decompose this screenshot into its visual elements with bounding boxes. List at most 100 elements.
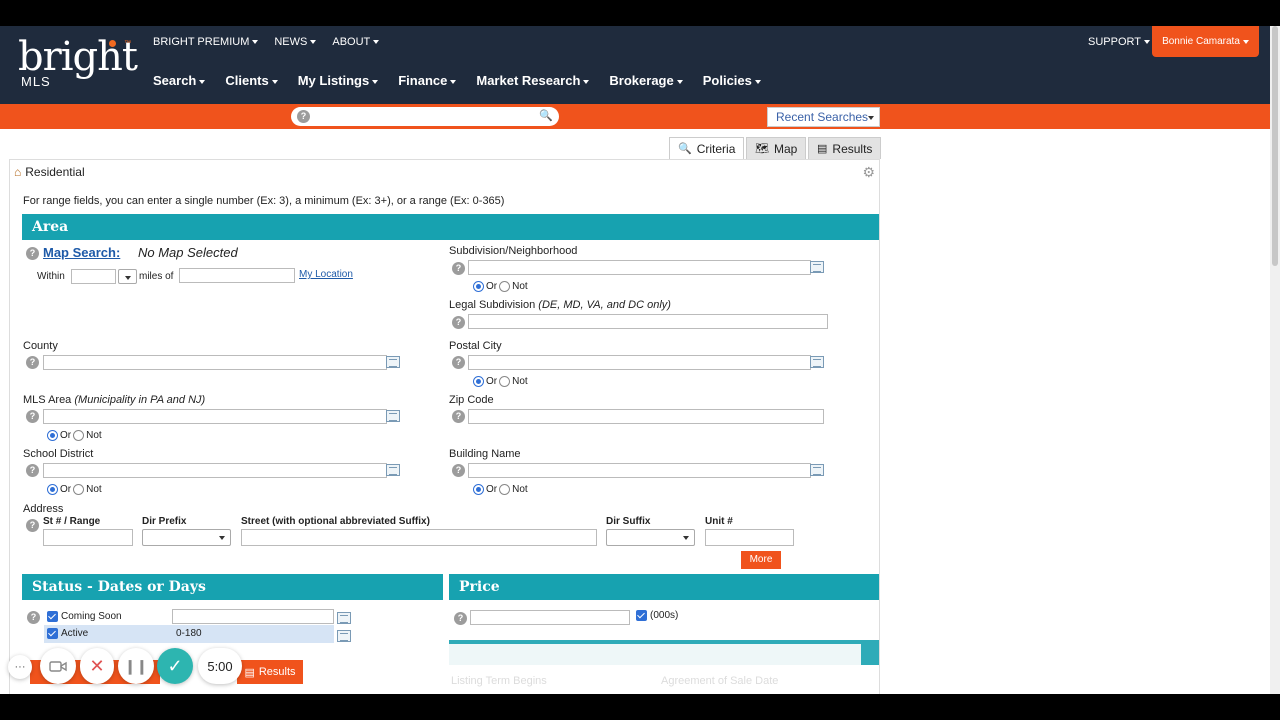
postal-city-input[interactable]: [468, 355, 811, 370]
or-radio[interactable]: [47, 484, 58, 495]
tab-map-label: Map: [773, 141, 798, 156]
gear-icon[interactable]: ⚙: [862, 164, 875, 181]
coming-soon-checkbox[interactable]: [47, 611, 58, 622]
col-dir-suffix: Dir Suffix: [606, 516, 651, 527]
help-icon[interactable]: ?: [26, 356, 39, 369]
page-scrollbar[interactable]: [1270, 26, 1280, 694]
nav-clients[interactable]: Clients: [225, 73, 277, 88]
user-menu-button[interactable]: Bonnie Camarata: [1152, 26, 1259, 57]
nav-my-listings[interactable]: My Listings: [298, 73, 379, 88]
dir-prefix-select[interactable]: [142, 529, 231, 546]
help-icon[interactable]: ?: [26, 464, 39, 477]
mls-area-or-not: Or Not: [47, 430, 102, 441]
coming-soon-date-input[interactable]: [172, 609, 334, 624]
not-radio[interactable]: [499, 484, 511, 495]
building-name-or-not: Or Not: [473, 484, 528, 495]
nav-market-research[interactable]: Market Research: [476, 73, 589, 88]
price-input[interactable]: [470, 610, 630, 625]
or-radio[interactable]: [473, 376, 484, 387]
help-icon[interactable]: ?: [26, 519, 39, 532]
school-district-picker-icon[interactable]: [386, 464, 400, 476]
or-radio[interactable]: [473, 484, 484, 495]
mls-area-input[interactable]: [43, 409, 387, 424]
not-radio[interactable]: [73, 484, 85, 495]
recent-searches-dropdown[interactable]: Recent Searches: [767, 107, 880, 127]
dir-suffix-select[interactable]: [606, 529, 695, 546]
help-icon[interactable]: ?: [26, 247, 39, 260]
map-search-link[interactable]: Map Search:: [43, 245, 120, 260]
nav-search[interactable]: Search: [153, 73, 205, 88]
not-label: Not: [512, 281, 528, 292]
help-icon[interactable]: ?: [452, 316, 465, 329]
camera-icon[interactable]: [40, 648, 76, 684]
price-thousands-checkbox[interactable]: [636, 610, 647, 621]
pause-icon[interactable]: ❙❙: [118, 648, 154, 684]
county-input[interactable]: [43, 355, 387, 370]
subdivision-input[interactable]: [468, 260, 811, 275]
nav-brokerage[interactable]: Brokerage: [609, 73, 682, 88]
my-location-link[interactable]: My Location: [299, 269, 353, 280]
scrollbar-thumb[interactable]: [1272, 26, 1278, 266]
zip-code-input[interactable]: [468, 409, 824, 424]
subdivision-picker-icon[interactable]: [810, 261, 824, 273]
street-input[interactable]: [241, 529, 597, 546]
help-icon[interactable]: ?: [452, 464, 465, 477]
not-radio[interactable]: [499, 281, 511, 292]
active-date-input[interactable]: 0-180: [172, 626, 334, 641]
nav-support[interactable]: SUPPORT: [1088, 36, 1150, 48]
building-name-picker-icon[interactable]: [810, 464, 824, 476]
not-radio[interactable]: [73, 430, 85, 441]
building-name-input[interactable]: [468, 463, 811, 478]
nav-policies[interactable]: Policies: [703, 73, 761, 88]
postal-city-picker-icon[interactable]: [810, 356, 824, 368]
more-button[interactable]: More: [741, 551, 781, 569]
postal-city-or-not: Or Not: [473, 376, 528, 387]
school-district-input[interactable]: [43, 463, 387, 478]
help-icon[interactable]: ?: [26, 410, 39, 423]
not-radio[interactable]: [499, 376, 511, 387]
help-icon[interactable]: ?: [452, 410, 465, 423]
logo-dot: [109, 40, 116, 47]
cancel-recording-icon[interactable]: ✕: [80, 648, 114, 684]
coming-soon-label: Coming Soon: [61, 611, 122, 622]
quick-search-input[interactable]: ? 🔍: [291, 107, 559, 126]
nav-about[interactable]: ABOUT: [332, 36, 379, 48]
miles-of-input[interactable]: [179, 268, 295, 283]
results-button[interactable]: ▤ Results: [237, 660, 303, 684]
site-header: bright ™ MLS BRIGHT PREMIUM NEWS ABOUT S…: [0, 26, 1270, 104]
help-icon[interactable]: ?: [452, 356, 465, 369]
street-number-input[interactable]: [43, 529, 133, 546]
within-miles-input[interactable]: [71, 269, 116, 284]
nav-bright-premium[interactable]: BRIGHT PREMIUM: [153, 36, 258, 48]
recorder-more-button[interactable]: ···: [8, 655, 32, 679]
mls-area-picker-icon[interactable]: [386, 410, 400, 422]
tab-criteria[interactable]: 🔍 Criteria: [669, 137, 745, 159]
nav-news[interactable]: NEWS: [274, 36, 316, 48]
legal-subdivision-input[interactable]: [468, 314, 828, 329]
help-icon[interactable]: ?: [454, 612, 467, 625]
nav-finance[interactable]: Finance: [398, 73, 456, 88]
tab-map[interactable]: 🗺 Map: [746, 137, 807, 159]
legal-subdivision-text: Legal Subdivision: [449, 299, 536, 311]
unit-input[interactable]: [705, 529, 794, 546]
or-label: Or: [486, 484, 498, 495]
search-icon[interactable]: 🔍: [539, 109, 553, 122]
bright-mls-logo[interactable]: bright ™ MLS: [18, 37, 138, 89]
house-icon: ⌂: [14, 165, 22, 179]
active-row: Active: [47, 628, 88, 639]
or-radio[interactable]: [47, 430, 58, 441]
help-icon[interactable]: ?: [452, 262, 465, 275]
or-radio[interactable]: [473, 281, 484, 292]
tab-results[interactable]: ▤ Results: [808, 137, 882, 159]
calendar-icon[interactable]: [337, 612, 351, 624]
map-icon: 🗺: [755, 143, 769, 155]
calendar-icon[interactable]: [337, 630, 351, 642]
within-unit-select[interactable]: [118, 269, 137, 284]
help-icon[interactable]: ?: [27, 611, 40, 624]
help-icon[interactable]: ?: [297, 110, 310, 123]
top-nav: BRIGHT PREMIUM NEWS ABOUT: [153, 36, 379, 48]
county-picker-icon[interactable]: [386, 356, 400, 368]
active-checkbox[interactable]: [47, 628, 58, 639]
or-label: Or: [486, 376, 498, 387]
finish-recording-icon[interactable]: ✓: [157, 648, 193, 684]
